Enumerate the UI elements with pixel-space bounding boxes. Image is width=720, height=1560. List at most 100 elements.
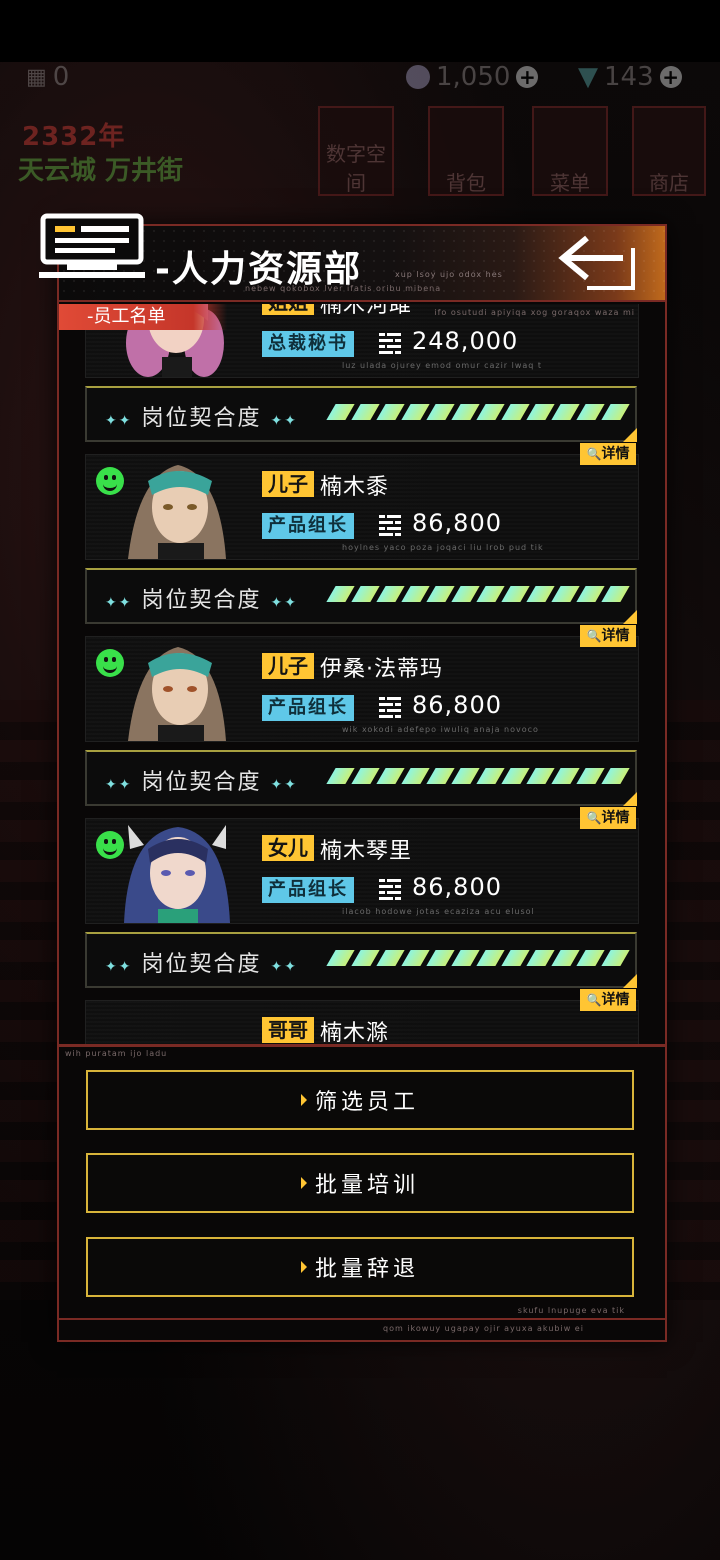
card-deco-text: ilacob hodowe jotas ecaziza acu elusol: [342, 907, 535, 916]
fit-row: ✦✦ 岗位契合度 ✦✦: [85, 932, 637, 988]
batch-train-button[interactable]: 批量培训: [86, 1153, 634, 1213]
salary-icon: [379, 515, 401, 536]
search-icon: 🔍: [586, 447, 602, 461]
employee-portrait: [128, 465, 226, 559]
fit-segment: [451, 404, 480, 420]
fit-segment: [326, 404, 355, 420]
fit-segment: [326, 950, 355, 966]
fit-segment: [401, 950, 430, 966]
employee-portrait: [124, 825, 230, 923]
mood-happy-icon: [96, 649, 124, 677]
sparkle-icon: ✦✦: [105, 413, 133, 429]
footer-deco-text-2: qom ikowuy ugapay ojir ayuxa akubiw ei: [383, 1324, 584, 1333]
salary-value: 86,800: [412, 691, 502, 719]
play-triangle-icon: [300, 1177, 307, 1189]
employee-card[interactable]: 🔍详情 哥哥 楠木滁: [85, 989, 639, 1044]
nav-digital-space: 数字空间: [318, 106, 394, 196]
status-bar: ▦ 0 1,050 + ▼ 143 +: [0, 62, 720, 92]
employee-name: 楠木琴里: [320, 839, 413, 864]
back-arrow-icon[interactable]: [557, 232, 643, 292]
left-resource-value: 0: [52, 62, 70, 92]
hr-panel: -人力资源部 xup lsoy ujo odox hes nebew qokob…: [39, 213, 667, 1342]
fit-label: ✦✦ 岗位契合度 ✦✦: [105, 770, 298, 795]
salary-value: 86,800: [412, 873, 502, 901]
fit-segment: [501, 950, 530, 966]
gem-icon: ▼: [578, 62, 598, 92]
fit-segment: [601, 586, 630, 602]
fit-segment: [451, 950, 480, 966]
detail-button[interactable]: 🔍详情: [580, 807, 636, 829]
fit-segment: [476, 586, 505, 602]
fit-segment: [376, 404, 405, 420]
fit-bar: [326, 586, 630, 602]
terminal-icon: [39, 213, 145, 278]
employee-card[interactable]: 🔍详情 女儿 楠木琴里 产品组长 86,800 ilacob hodowe jo…: [85, 807, 639, 990]
left-resource: ▦ 0: [26, 62, 69, 92]
play-triangle-icon: [300, 1094, 307, 1106]
sparkle-icon: ✦✦: [270, 959, 298, 975]
game-year: 2332年: [22, 122, 126, 152]
search-icon: 🔍: [586, 811, 602, 825]
sparkle-icon: ✦✦: [270, 777, 298, 793]
position-badge: 产品组长: [262, 695, 354, 721]
employee-card-info: 🔍详情 儿子 伊桑·法蒂玛 产品组长 86,800 wik xokodi ade…: [85, 625, 639, 742]
gem-value: 143: [604, 62, 654, 92]
card-deco-text: hoylnes yaco poza joqaci liu lrob pud ti…: [342, 543, 544, 552]
fit-segment: [451, 586, 480, 602]
game-location: 天云城 万井街: [18, 156, 184, 186]
fit-segment: [376, 950, 405, 966]
top-black-bar: [0, 0, 720, 62]
employee-list[interactable]: 姐姐 楠木河雎 总裁秘书 248,000 luz ulada ojurey em…: [59, 304, 665, 1044]
fit-segment: [551, 768, 580, 784]
batch-dismiss-button[interactable]: 批量辞退: [86, 1237, 634, 1297]
button-label: 批量辞退: [314, 1257, 419, 1282]
fit-segment: [426, 404, 455, 420]
add-coin-icon: +: [516, 66, 539, 88]
sparkle-icon: ✦✦: [105, 595, 133, 611]
fit-label: ✦✦ 岗位契合度 ✦✦: [105, 952, 298, 977]
search-icon: 🔍: [586, 993, 602, 1007]
list-deco-text: ifo osutudi apiyiqa xog goraqox waza mi: [434, 308, 635, 317]
fit-bar: [326, 404, 630, 420]
fit-segment: [426, 950, 455, 966]
sparkle-icon: ✦✦: [270, 595, 298, 611]
salary-icon: [379, 697, 401, 718]
fit-row: ✦✦ 岗位契合度 ✦✦: [85, 386, 637, 442]
sparkle-icon: ✦✦: [105, 777, 133, 793]
employee-card-info: 🔍详情 儿子 楠木黍 产品组长 86,800 hoylnes yaco poza…: [85, 443, 639, 560]
detail-button[interactable]: 🔍详情: [580, 989, 636, 1011]
play-triangle-icon: [300, 1261, 307, 1273]
fit-segment: [576, 950, 605, 966]
mood-happy-icon: [96, 831, 124, 859]
fit-segment: [501, 404, 530, 420]
fit-segment: [326, 586, 355, 602]
fit-segment: [576, 768, 605, 784]
relation-badge: 姐姐: [262, 304, 314, 315]
detail-button[interactable]: 🔍详情: [580, 625, 636, 647]
nav-menu: 菜单: [532, 106, 608, 196]
fit-segment: [551, 586, 580, 602]
header-deco-text-2: nebew qokobox lver ifatis oribu mibena: [245, 284, 442, 293]
fit-segment: [376, 586, 405, 602]
fit-segment: [601, 404, 630, 420]
fit-segment: [526, 950, 555, 966]
sparkle-icon: ✦✦: [270, 413, 298, 429]
fit-segment: [326, 768, 355, 784]
fit-segment: [501, 586, 530, 602]
employee-name: 楠木黍: [320, 475, 390, 500]
employee-name: 楠木河雎: [320, 304, 413, 318]
salary-icon: [379, 879, 401, 900]
salary-value: 86,800: [412, 509, 502, 537]
nav-label: 商店: [649, 171, 689, 195]
detail-button[interactable]: 🔍详情: [580, 443, 636, 465]
employee-card-info: 🔍详情 女儿 楠木琴里 产品组长 86,800 ilacob hodowe jo…: [85, 807, 639, 924]
gem-resource: ▼ 143 +: [578, 62, 682, 92]
fit-segment: [551, 950, 580, 966]
employee-card[interactable]: 🔍详情 儿子 楠木黍 产品组长 86,800 hoylnes yaco poza…: [85, 443, 639, 626]
bg-decoration-left: [0, 700, 60, 1300]
position-badge: 产品组长: [262, 877, 354, 903]
employee-name: 伊桑·法蒂玛: [320, 657, 443, 682]
fit-segment: [351, 768, 380, 784]
filter-employees-button[interactable]: 筛选员工: [86, 1070, 634, 1130]
employee-card[interactable]: 🔍详情 儿子 伊桑·法蒂玛 产品组长 86,800 wik xokodi ade…: [85, 625, 639, 808]
